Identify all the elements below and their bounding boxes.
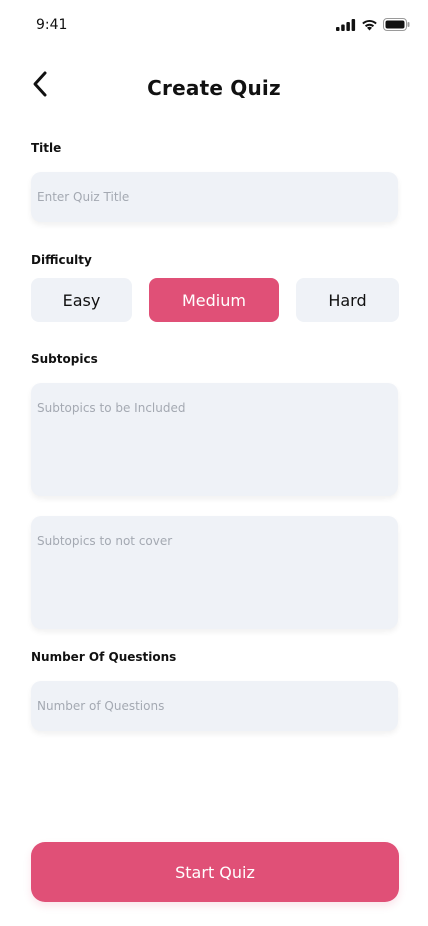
difficulty-medium-button[interactable]: Medium (149, 278, 279, 322)
status-time: 9:41 (36, 17, 68, 33)
status-bar: 9:41 (0, 0, 428, 50)
title-label: Title (31, 141, 62, 155)
questions-label: Number Of Questions (31, 650, 177, 664)
start-quiz-button[interactable]: Start Quiz (31, 842, 399, 902)
quiz-title-input[interactable] (31, 172, 398, 222)
subtopics-include-input[interactable] (31, 383, 398, 496)
subtopics-exclude-input[interactable] (31, 516, 398, 629)
header: Create Quiz (0, 64, 428, 112)
subtopics-label: Subtopics (31, 352, 98, 366)
difficulty-easy-button[interactable]: Easy (31, 278, 132, 322)
difficulty-hard-button[interactable]: Hard (296, 278, 399, 322)
signal-icon (336, 16, 356, 35)
battery-icon (383, 16, 410, 35)
wifi-icon (361, 16, 378, 35)
number-of-questions-input[interactable] (31, 681, 398, 731)
status-icons (336, 16, 410, 35)
difficulty-label: Difficulty (31, 253, 92, 267)
page-title: Create Quiz (147, 76, 281, 100)
